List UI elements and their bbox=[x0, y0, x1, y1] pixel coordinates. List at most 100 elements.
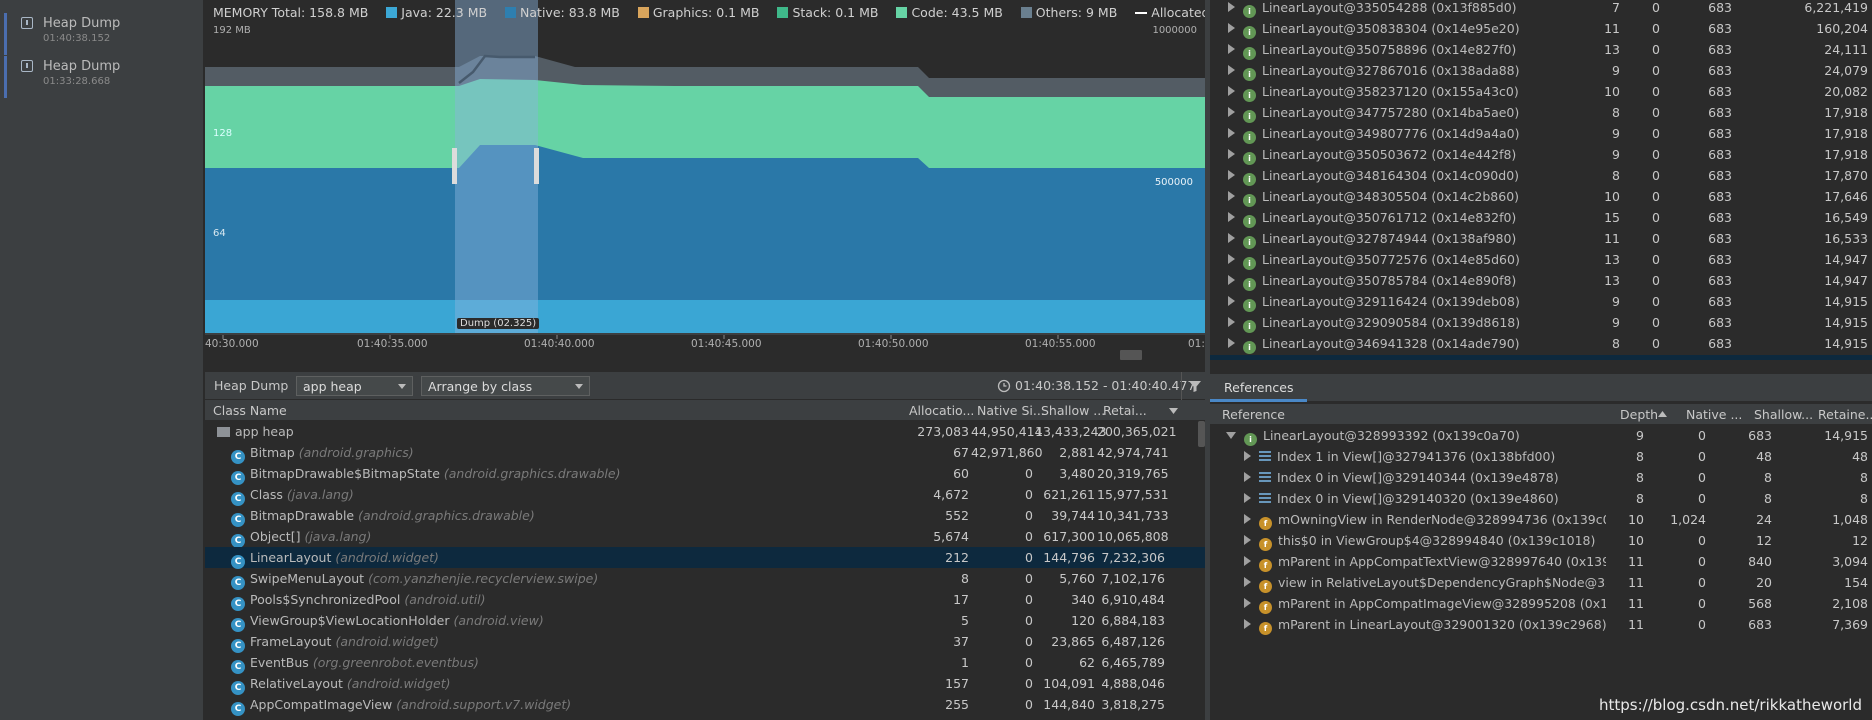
expand-arrow-icon[interactable] bbox=[1228, 170, 1235, 180]
expand-arrow-icon[interactable] bbox=[1228, 44, 1235, 54]
expand-arrow-icon[interactable] bbox=[1244, 556, 1251, 566]
expand-arrow-icon[interactable] bbox=[1228, 86, 1235, 96]
dump-marker-label[interactable]: Dump (02.325) bbox=[457, 318, 540, 329]
arrange-select[interactable]: Arrange by class bbox=[421, 376, 590, 396]
expand-arrow-icon[interactable] bbox=[1228, 233, 1235, 243]
instance-row[interactable]: i LinearLayout@350772576 (0x14e85d60) 13 0 6… bbox=[1210, 249, 1872, 270]
table-row[interactable]: C Class (java.lang) 4,672 0 621,261 15,977,53… bbox=[205, 484, 1205, 506]
col-shallow[interactable]: Shallow... bbox=[1750, 404, 1813, 425]
expand-arrow-icon[interactable] bbox=[1228, 107, 1235, 117]
references-header: Reference Depth Native ... Shallow... Re… bbox=[1210, 404, 1872, 425]
instance-row[interactable]: i LinearLayout@327874944 (0x138af980) 11 0 6… bbox=[1210, 228, 1872, 249]
col-reference[interactable]: Reference bbox=[1218, 404, 1285, 425]
cell-shallow-size: 13,433,243 bbox=[1035, 424, 1107, 439]
instance-icon: i bbox=[1243, 68, 1256, 81]
expand-arrow-icon[interactable] bbox=[1244, 514, 1251, 524]
instance-row[interactable]: i LinearLayout@350761712 (0x14e832f0) 15 0 6… bbox=[1210, 207, 1872, 228]
instance-row[interactable]: i LinearLayout@348164304 (0x14c090d0) 8 0 68… bbox=[1210, 165, 1872, 186]
table-row[interactable]: C Pools$SynchronizedPool (android.util) 17… bbox=[205, 589, 1205, 611]
expand-arrow-icon[interactable] bbox=[1244, 598, 1251, 608]
reference-row[interactable]: f this$0 in ViewGroup$4@328994840 (0x139c… bbox=[1210, 530, 1872, 551]
tab-references[interactable]: References bbox=[1210, 374, 1308, 402]
expand-arrow-icon[interactable] bbox=[1244, 535, 1251, 545]
table-row[interactable]: C BitmapDrawable (android.graphics.drawab… bbox=[205, 505, 1205, 527]
col-retained-size[interactable]: Retai... bbox=[1099, 400, 1169, 421]
cell-shallow-size: 23,865 bbox=[1051, 634, 1095, 649]
instance-row[interactable]: i LinearLayout@346941328 (0x14ade790) 8 0 68… bbox=[1210, 333, 1872, 354]
col-retained[interactable]: Retaine... bbox=[1814, 404, 1872, 425]
cell-depth: 9 bbox=[1612, 147, 1620, 162]
reference-row[interactable]: f mOwningView in RenderNode@328994736 (0x… bbox=[1210, 509, 1872, 530]
table-row[interactable]: app heap 273,083 44,950,414 13,433,243 200,… bbox=[205, 421, 1205, 442]
expand-arrow-icon[interactable] bbox=[1228, 254, 1235, 264]
reference-row[interactable]: f mParent in AppCompatImageView@328995208… bbox=[1210, 593, 1872, 614]
expand-arrow-icon[interactable] bbox=[1228, 317, 1235, 327]
collapse-arrow-icon[interactable] bbox=[1226, 432, 1236, 439]
heap-select[interactable]: app heap bbox=[296, 376, 413, 396]
instance-row[interactable]: i LinearLayout@358237120 (0x155a43c0) 10 0 6… bbox=[1210, 81, 1872, 102]
table-row[interactable]: C Bitmap (android.graphics) 67 42,971,860 2,… bbox=[205, 442, 1205, 464]
expand-arrow-icon[interactable] bbox=[1228, 23, 1235, 33]
instance-row[interactable]: i LinearLayout@350503672 (0x14e442f8) 9 0 68… bbox=[1210, 144, 1872, 165]
table-row[interactable]: C Object[] (java.lang) 5,674 0 617,300 10,065… bbox=[205, 526, 1205, 548]
memory-timeline[interactable]: MEMORY Total: 158.8 MB Java: 22.3 MB Nat… bbox=[205, 0, 1240, 335]
col-allocations[interactable]: Allocatio... bbox=[905, 400, 974, 421]
selection-range[interactable] bbox=[455, 0, 538, 335]
expand-arrow-icon[interactable] bbox=[1244, 493, 1251, 503]
table-row[interactable]: C SwipeMenuLayout (com.yanzhenjie.recycle… bbox=[205, 568, 1205, 590]
instance-row[interactable]: i LinearLayout@335054288 (0x13f885d0) 7 0 68… bbox=[1210, 0, 1872, 18]
instance-row[interactable]: i LinearLayout@327867016 (0x138ada88) 9 0 68… bbox=[1210, 60, 1872, 81]
reference-row[interactable]: Index 0 in View[]@329140344 (0x139e4878)… bbox=[1210, 467, 1872, 488]
reference-row[interactable]: Index 0 in View[]@329140320 (0x139e4860)… bbox=[1210, 488, 1872, 509]
expand-arrow-icon[interactable] bbox=[1228, 65, 1235, 75]
expand-arrow-icon[interactable] bbox=[1228, 149, 1235, 159]
cell-native-size: 0 bbox=[1025, 613, 1033, 628]
expand-arrow-icon[interactable] bbox=[1244, 619, 1251, 629]
instance-name: LinearLayout@329116424 (0x139deb08) bbox=[1262, 294, 1520, 309]
cell-retained: 8 bbox=[1860, 491, 1868, 506]
expand-arrow-icon[interactable] bbox=[1228, 296, 1235, 306]
col-depth[interactable]: Depth bbox=[1616, 404, 1676, 425]
reference-root-row[interactable]: i LinearLayout@328993392 (0x139c0a70) 9 0 68… bbox=[1210, 425, 1872, 446]
instance-name: LinearLayout@348305504 (0x14c2b860) bbox=[1262, 189, 1520, 204]
instance-row[interactable]: i LinearLayout@350838304 (0x14e95e20) 11 0 6… bbox=[1210, 18, 1872, 39]
table-row[interactable]: C BitmapDrawable$BitmapState (android.gra… bbox=[205, 463, 1205, 485]
reference-row[interactable]: f mParent in AppCompatTextView@328997640 … bbox=[1210, 551, 1872, 572]
instance-row[interactable]: i LinearLayout@348305504 (0x14c2b860) 10 0 6… bbox=[1210, 186, 1872, 207]
expand-arrow-icon[interactable] bbox=[1228, 191, 1235, 201]
reference-row[interactable]: Index 1 in View[]@327941376 (0x138bfd00)… bbox=[1210, 446, 1872, 467]
session-heap-dump-2[interactable]: Heap Dump 01:33:28.668 bbox=[4, 56, 200, 98]
selection-handle-right[interactable] bbox=[534, 148, 539, 184]
expand-arrow-icon[interactable] bbox=[1228, 128, 1235, 138]
timeline-scrollbar[interactable] bbox=[1120, 350, 1142, 360]
class-table-scrollbar[interactable] bbox=[1198, 421, 1205, 447]
expand-arrow-icon[interactable] bbox=[1244, 472, 1251, 482]
col-native[interactable]: Native ... bbox=[1682, 404, 1742, 425]
table-row[interactable]: C FrameLayout (android.widget) 37 0 23,865 6,… bbox=[205, 631, 1205, 653]
instance-row[interactable]: i LinearLayout@329116424 (0x139deb08) 9 0 68… bbox=[1210, 291, 1872, 312]
selection-handle-left[interactable] bbox=[452, 148, 457, 184]
col-class-name[interactable]: Class Name bbox=[205, 400, 287, 421]
instance-row[interactable]: i LinearLayout@349807776 (0x14d9a4a0) 9 0 68… bbox=[1210, 123, 1872, 144]
expand-arrow-icon[interactable] bbox=[1228, 275, 1235, 285]
filter-icon[interactable] bbox=[1188, 379, 1202, 393]
expand-arrow-icon[interactable] bbox=[1244, 451, 1251, 461]
reference-row[interactable]: f mParent in LinearLayout@329001320 (0x13… bbox=[1210, 614, 1872, 635]
session-heap-dump-1[interactable]: Heap Dump 01:40:38.152 bbox=[4, 13, 200, 55]
table-row[interactable]: C ViewGroup$ViewLocationHolder (android.v… bbox=[205, 610, 1205, 632]
expand-arrow-icon[interactable] bbox=[1228, 212, 1235, 222]
col-shallow-size[interactable]: Shallow ... bbox=[1037, 400, 1105, 421]
table-row[interactable]: C AppCompatImageView (android.support.v7.… bbox=[205, 694, 1205, 716]
instance-row[interactable]: i LinearLayout@350758896 (0x14e827f0) 13 0 6… bbox=[1210, 39, 1872, 60]
table-row[interactable]: C RelativeLayout (android.widget) 157 0 104,… bbox=[205, 673, 1205, 695]
col-native-size[interactable]: Native Si... bbox=[973, 400, 1045, 421]
table-row[interactable]: C EventBus (org.greenrobot.eventbus) 1 0 62 6… bbox=[205, 652, 1205, 674]
table-row[interactable]: C LinearLayout (android.widget) 212 0 144,79… bbox=[205, 547, 1205, 569]
instance-row[interactable]: i LinearLayout@329090584 (0x139d8618) 9 0 68… bbox=[1210, 312, 1872, 333]
instance-row[interactable]: i LinearLayout@347757280 (0x14ba5ae0) 8 0 68… bbox=[1210, 102, 1872, 123]
reference-row[interactable]: f view in RelativeLayout$DependencyGraph$… bbox=[1210, 572, 1872, 593]
expand-arrow-icon[interactable] bbox=[1228, 338, 1235, 348]
instance-row[interactable]: i LinearLayout@350785784 (0x14e890f8) 13 0 6… bbox=[1210, 270, 1872, 291]
expand-arrow-icon[interactable] bbox=[1228, 2, 1235, 12]
expand-arrow-icon[interactable] bbox=[1244, 577, 1251, 587]
